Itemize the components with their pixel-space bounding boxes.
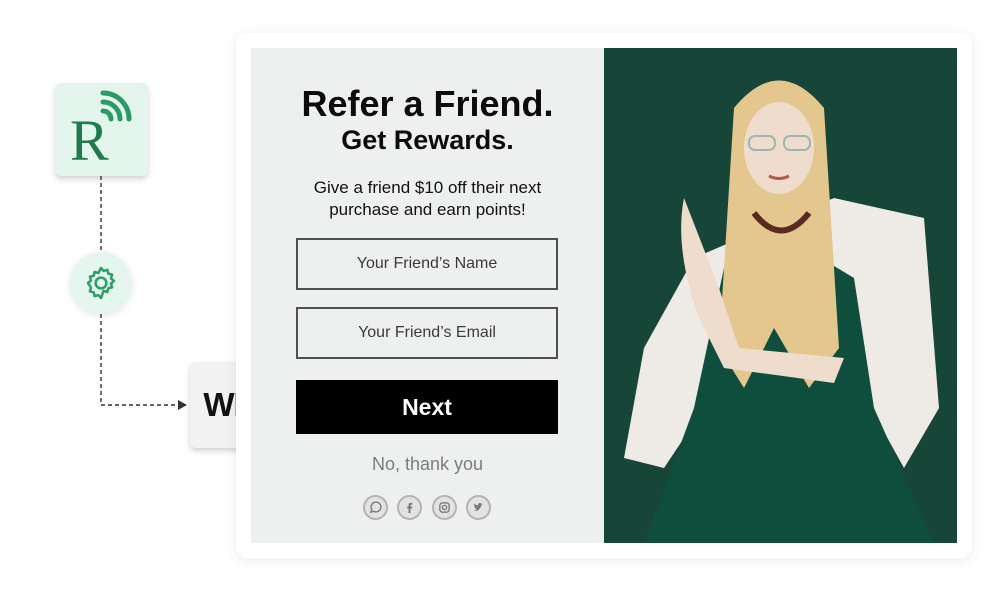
- arrow-right-icon: [178, 400, 187, 410]
- popup-description: Give a friend $10 off their next purchas…: [251, 177, 604, 221]
- friend-name-input[interactable]: Your Friend’s Name: [296, 238, 558, 290]
- friend-email-input[interactable]: Your Friend’s Email: [296, 307, 558, 359]
- popup-title: Refer a Friend.: [301, 83, 554, 124]
- gear-icon: [86, 266, 116, 300]
- facebook-share-button[interactable]: [397, 495, 422, 520]
- friend-email-placeholder: Your Friend’s Email: [358, 324, 496, 341]
- friend-name-placeholder: Your Friend’s Name: [356, 255, 498, 272]
- gear-badge: [70, 252, 132, 314]
- description-line-2: purchase and earn points!: [329, 200, 526, 219]
- model-photo: [604, 48, 957, 543]
- photo-illustration: [604, 48, 957, 543]
- description-line-1: Give a friend $10 off their next: [313, 178, 542, 197]
- twitter-share-button[interactable]: [466, 495, 491, 520]
- popup-subtitle: Get Rewards.: [341, 125, 514, 155]
- whatsapp-share-button[interactable]: [363, 495, 388, 520]
- whatsapp-icon: [369, 501, 382, 514]
- twitter-icon: [473, 502, 484, 512]
- instagram-icon: [439, 502, 450, 513]
- next-button[interactable]: Next: [296, 380, 558, 434]
- instagram-share-button[interactable]: [432, 495, 457, 520]
- facebook-icon: [407, 502, 413, 514]
- no-thanks-link[interactable]: No, thank you: [251, 454, 604, 475]
- flow-connector: [100, 176, 187, 410]
